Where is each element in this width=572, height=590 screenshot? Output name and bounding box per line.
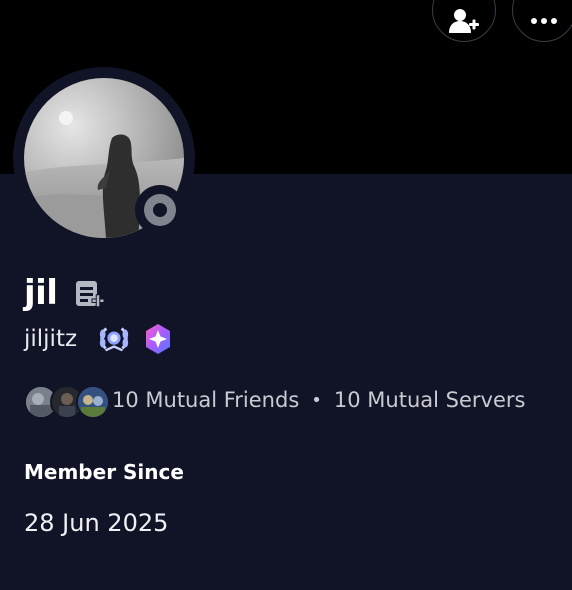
nitro-badge-icon[interactable] [141, 322, 175, 356]
member-since-heading: Member Since [24, 460, 184, 484]
status-indicator [135, 185, 185, 235]
avatar-container[interactable] [13, 67, 195, 249]
ellipsis-icon [531, 18, 557, 24]
separator-dot: • [311, 389, 322, 411]
offline-status-icon [144, 194, 176, 226]
username: jiljitz [24, 326, 78, 352]
mutual-servers-link[interactable]: 10 Mutual Servers [334, 383, 526, 417]
laurel-badge-icon[interactable] [97, 322, 131, 356]
add-note-icon[interactable] [75, 280, 105, 312]
member-since-date: 28 Jun 2025 [24, 509, 169, 537]
mutual-avatars[interactable] [24, 383, 112, 419]
add-friend-icon [449, 9, 479, 33]
mutual-friends-link[interactable]: 10 Mutual Friends [112, 383, 299, 417]
display-name: jil [24, 273, 58, 313]
mutuals-row: 10 Mutual Friends • 10 Mutual Servers [24, 382, 526, 419]
display-name-row: jil [24, 268, 105, 318]
username-row: jiljitz [24, 322, 175, 356]
mutual-avatar [76, 385, 110, 419]
